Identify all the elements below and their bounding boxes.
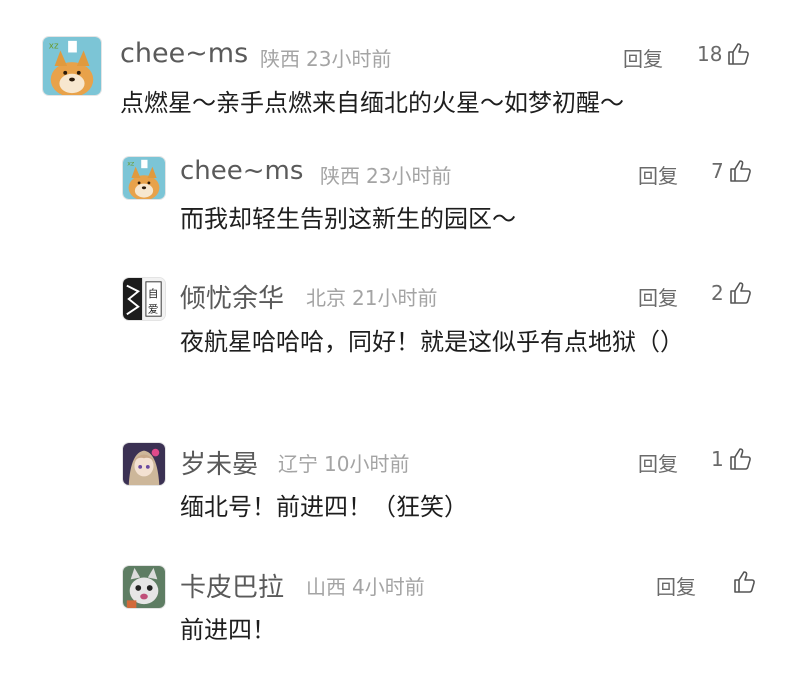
reply-button[interactable]: 回复 (638, 448, 678, 477)
user-avatar[interactable]: xz (122, 156, 166, 200)
thumbs-up-icon (729, 160, 751, 182)
like-count: 1 (711, 447, 724, 471)
location: 陕西 (320, 164, 360, 188)
comment-text: 缅北号！前进四！（狂笑） (180, 493, 468, 521)
username[interactable]: 倾忧余华 (180, 278, 284, 315)
location: 辽宁 (278, 452, 318, 476)
manga-avatar-icon: 自 爱 (123, 278, 165, 320)
shiba-dog-icon: xz (43, 37, 101, 95)
user-avatar[interactable] (122, 565, 166, 609)
like-button[interactable]: 1 (711, 447, 753, 471)
thumbs-up-icon (728, 43, 750, 65)
svg-text:xz: xz (127, 160, 135, 167)
thumbs-up-icon (729, 448, 751, 470)
thumbs-up-icon (734, 571, 755, 593)
reply-item: 岁未晏 辽宁 10小时前 回复 1 缅北号！前进四！（狂笑） (0, 432, 800, 532)
thumbs-up-icon (729, 282, 751, 304)
timestamp: 10小时前 (324, 452, 410, 476)
reply-item: xz chee~ms 陕西 23小时前 回复 7 而我却轻生告别这新生的园区～ (0, 140, 800, 240)
like-count: 2 (711, 281, 724, 305)
reply-item: 卡皮巴拉 山西 4小时前 回复 前进四！ (0, 555, 800, 655)
like-button[interactable]: 2 (711, 281, 753, 305)
username[interactable]: chee~ms (120, 38, 248, 69)
comment-meta: 陕西 23小时前 (320, 160, 451, 189)
like-button[interactable]: 18 (697, 42, 751, 66)
svg-text:自: 自 (148, 287, 159, 300)
comment-meta: 北京 21小时前 (306, 282, 437, 311)
username[interactable]: 卡皮巴拉 (180, 567, 284, 604)
shiba-dog-icon: xz (123, 157, 165, 199)
reply-button[interactable]: 回复 (638, 282, 678, 311)
comment-text: 而我却轻生告别这新生的园区～ (180, 205, 516, 233)
comment-meta: 陕西 23小时前 (260, 43, 391, 72)
like-button[interactable] (728, 570, 757, 594)
username[interactable]: chee~ms (180, 156, 303, 186)
like-count: 18 (697, 42, 723, 66)
timestamp: 4小时前 (352, 575, 425, 599)
reply-button[interactable]: 回复 (638, 160, 678, 189)
comment-text: 前进四！ (180, 616, 276, 644)
reply-item: 自 爱 倾忧余华 北京 21小时前 回复 2 夜航星哈哈哈，同好！就是这似乎有点地… (0, 265, 800, 415)
cat-avatar-icon (123, 566, 165, 608)
comment-text: 点燃星～亲手点燃来自缅北的火星～如梦初醒～ (120, 89, 624, 117)
comment-meta: 辽宁 10小时前 (278, 448, 409, 477)
reply-button[interactable]: 回复 (623, 43, 663, 72)
comment-item: xz chee~ms 陕西 23小时前 回复 18 点燃星～亲手点燃来自缅北的火星… (0, 0, 800, 130)
svg-text:爱: 爱 (148, 302, 159, 315)
location: 北京 (306, 286, 346, 310)
like-button[interactable]: 7 (711, 159, 753, 183)
location: 山西 (306, 575, 346, 599)
comment-meta: 山西 4小时前 (306, 571, 425, 600)
svg-text:xz: xz (49, 42, 59, 52)
timestamp: 21小时前 (352, 286, 438, 310)
anime-character-icon (123, 443, 165, 485)
timestamp: 23小时前 (306, 47, 392, 71)
location: 陕西 (260, 47, 300, 71)
user-avatar[interactable]: 自 爱 (122, 277, 166, 321)
reply-button[interactable]: 回复 (656, 571, 696, 600)
user-avatar[interactable] (122, 442, 166, 486)
comment-text: 夜航星哈哈哈，同好！就是这似乎有点地狱（） (180, 328, 684, 356)
like-count: 7 (711, 159, 724, 183)
user-avatar[interactable]: xz (42, 36, 102, 96)
timestamp: 23小时前 (366, 164, 452, 188)
username[interactable]: 岁未晏 (180, 444, 258, 481)
